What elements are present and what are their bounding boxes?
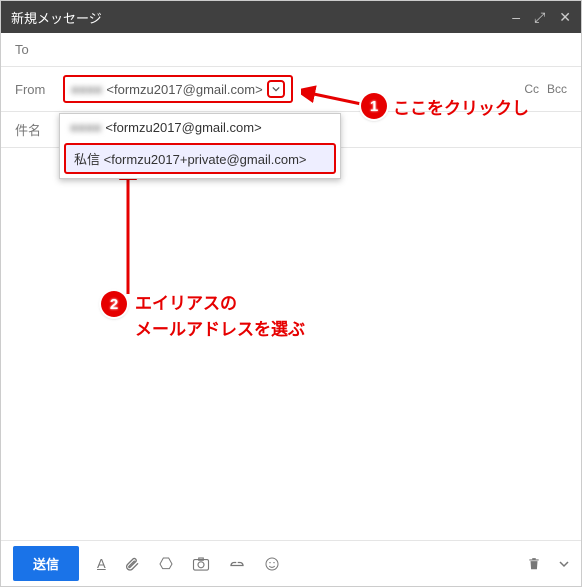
option1-email: <formzu2017@gmail.com> — [105, 120, 261, 135]
compose-title: 新規メッセージ — [11, 8, 512, 27]
from-name-masked: ■■■■ — [71, 82, 102, 97]
header-controls: – ⤢ ✕ — [512, 9, 571, 26]
format-icon[interactable]: A — [97, 556, 106, 571]
bcc-link[interactable]: Bcc — [547, 82, 567, 96]
option1-name-masked: ■■■■ — [70, 120, 101, 135]
option2-label: 私信 <formzu2017+private@gmail.com> — [74, 149, 307, 168]
from-selector[interactable]: ■■■■ <formzu2017@gmail.com> — [63, 75, 293, 103]
emoji-icon[interactable] — [264, 556, 280, 572]
chevron-down-icon — [272, 85, 280, 93]
step-text-1: ここをクリックし — [393, 94, 529, 119]
compose-header: 新規メッセージ – ⤢ ✕ — [1, 1, 581, 33]
photo-icon[interactable] — [192, 556, 210, 572]
close-icon[interactable]: ✕ — [559, 9, 571, 26]
compose-toolbar: 送信 A — [1, 540, 581, 586]
minimize-icon[interactable]: – — [512, 9, 520, 26]
from-dropdown-button[interactable] — [267, 80, 285, 98]
step-text-2: エイリアスの メールアドレスを選ぶ — [135, 291, 305, 342]
step-badge-2: 2 — [101, 291, 127, 317]
to-label: To — [15, 42, 63, 57]
to-row[interactable]: To — [1, 33, 581, 67]
annotation-2: 2 エイリアスの メールアドレスを選ぶ — [101, 291, 305, 342]
from-dropdown-menu: ■■■■ <formzu2017@gmail.com> 私信 <formzu20… — [59, 113, 341, 179]
from-label: From — [15, 82, 63, 97]
step-badge-1: 1 — [361, 93, 387, 119]
annotation-1: 1 ここをクリックし — [361, 93, 529, 119]
link-icon[interactable] — [228, 558, 246, 570]
from-option-default[interactable]: ■■■■ <formzu2017@gmail.com> — [60, 114, 340, 141]
from-email: <formzu2017@gmail.com> — [106, 82, 262, 97]
more-icon[interactable] — [559, 559, 569, 569]
trash-icon[interactable] — [527, 556, 541, 572]
from-option-alias[interactable]: 私信 <formzu2017+private@gmail.com> — [64, 143, 336, 174]
drive-icon[interactable] — [158, 556, 174, 572]
expand-icon[interactable]: ⤢ — [534, 9, 545, 26]
attach-icon[interactable] — [124, 556, 140, 572]
subject-label: 件名 — [15, 120, 63, 139]
send-button[interactable]: 送信 — [13, 546, 79, 581]
cc-bcc-links: Cc Bcc — [524, 82, 567, 96]
